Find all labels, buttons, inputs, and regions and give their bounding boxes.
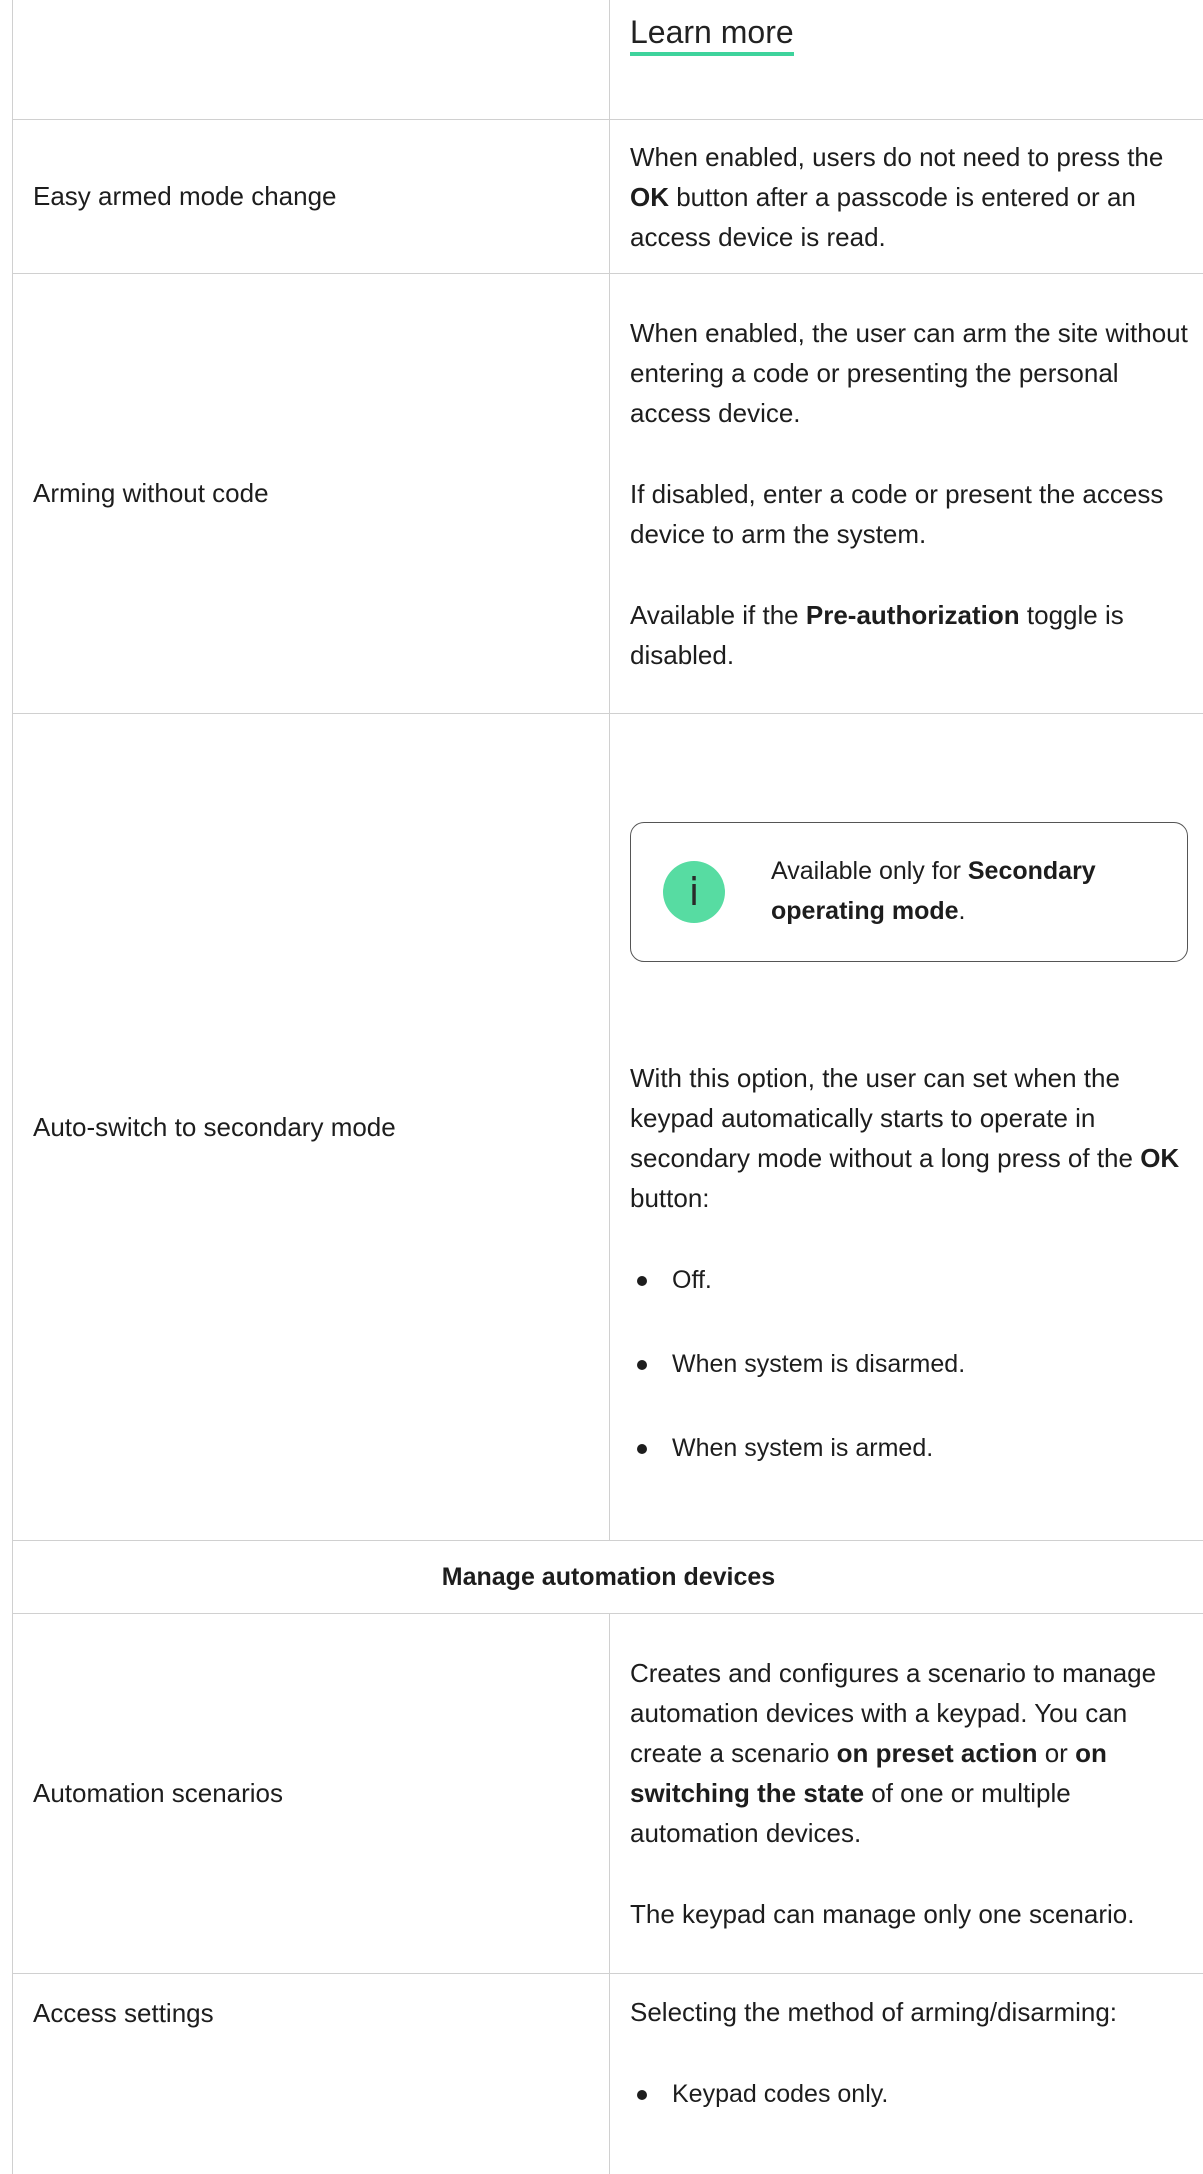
learn-more-link[interactable]: Learn more xyxy=(630,14,794,56)
list-item: Keypad codes only. xyxy=(630,2074,1203,2114)
table-row: Learn more xyxy=(13,0,1203,120)
setting-description: i Available only for Secondary operating… xyxy=(610,714,1203,1540)
table-row: Easy armed mode change When enabled, use… xyxy=(13,120,1203,274)
setting-label: Auto-switch to secondary mode xyxy=(13,714,610,1540)
setting-description: When enabled, the user can arm the site … xyxy=(630,317,1188,670)
list-item: When system is disarmed. xyxy=(630,1344,1203,1384)
table-row: Auto-switch to secondary mode i Availabl… xyxy=(13,714,1203,1541)
setting-description: Creates and configures a scenario to man… xyxy=(630,1658,1157,1929)
info-note: i Available only for Secondary operating… xyxy=(630,822,1188,962)
info-note-text: Available only for Secondary operating m… xyxy=(771,857,1096,925)
table-row: Automation scenarios Creates and configu… xyxy=(13,1614,1203,1974)
table-cell-empty xyxy=(13,0,610,119)
table-row: Access settings Selecting the method of … xyxy=(13,1974,1203,2174)
setting-label: Access settings xyxy=(13,1974,610,2174)
access-options-list: Keypad codes only. xyxy=(630,2074,1203,2114)
section-title: Manage automation devices xyxy=(13,1541,1203,1614)
setting-label: Arming without code xyxy=(13,274,610,713)
setting-label: Easy armed mode change xyxy=(13,120,610,273)
table-row: Arming without code When enabled, the us… xyxy=(13,274,1203,714)
setting-description: Selecting the method of arming/disarming… xyxy=(610,1974,1203,2174)
info-icon: i xyxy=(663,861,725,923)
list-item: When system is armed. xyxy=(630,1428,1203,1468)
setting-label: Automation scenarios xyxy=(13,1614,610,1973)
list-item: Off. xyxy=(630,1260,1203,1300)
setting-description: When enabled, users do not need to press… xyxy=(630,141,1164,252)
settings-table: Learn more Easy armed mode change When e… xyxy=(12,0,1203,2174)
mode-options-list: Off. When system is disarmed. When syste… xyxy=(630,1260,1203,1468)
